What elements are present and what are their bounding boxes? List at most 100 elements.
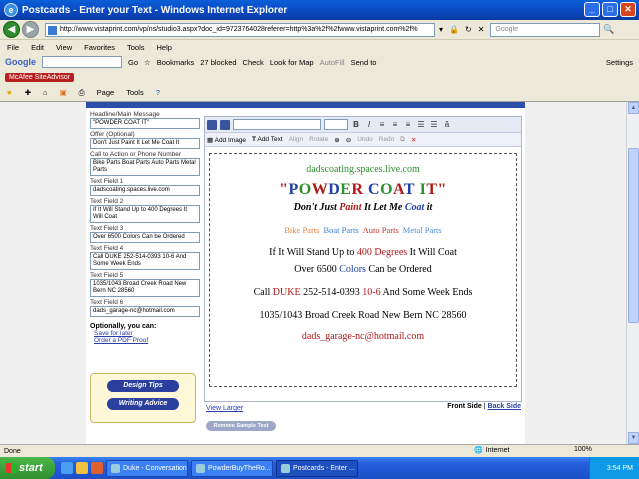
- page-header-strip: [86, 102, 525, 108]
- menu-file[interactable]: File: [7, 43, 19, 52]
- print-icon[interactable]: ⎙: [79, 88, 85, 98]
- text-field-4[interactable]: Call DUKE 252-514-0393 10-6 And Some Wee…: [90, 252, 200, 270]
- outlook-quicklaunch-icon[interactable]: [76, 462, 88, 474]
- bullet-list-icon[interactable]: ☰: [416, 120, 426, 129]
- colors-word: Colors: [339, 264, 366, 275]
- offer-field[interactable]: Don't Just Paint It Let Me Coat It: [90, 138, 200, 149]
- stop-icon[interactable]: ✕: [478, 25, 485, 34]
- add-favorite-icon[interactable]: ✚: [25, 88, 31, 97]
- font-size-select[interactable]: [324, 119, 348, 130]
- system-tray: 3:54 PM: [589, 457, 639, 479]
- scroll-down-arrow[interactable]: ▼: [628, 432, 639, 444]
- postcard-editor: B I ≡ ≡ ≡ ☰ ☰ â ▦ Add Image T Add Text A…: [204, 116, 522, 402]
- window-controls: _ □ ✕: [584, 2, 636, 17]
- menu-view[interactable]: View: [56, 43, 72, 52]
- remove-sample-text-button[interactable]: Remove Sample Text: [206, 421, 276, 431]
- align-center-icon[interactable]: ≡: [390, 120, 400, 129]
- popup-blocked-count[interactable]: 27 blocked: [200, 58, 236, 67]
- close-button[interactable]: ✕: [620, 2, 636, 17]
- italic-icon[interactable]: I: [364, 120, 374, 129]
- home-icon[interactable]: ⌂: [43, 88, 48, 97]
- search-input[interactable]: Google: [490, 22, 601, 37]
- add-image-button[interactable]: ▦ Add Image: [207, 136, 246, 144]
- font-select[interactable]: [233, 119, 321, 130]
- slogan-paint: Paint: [339, 202, 362, 213]
- offer-label: Offer (Optional): [90, 131, 135, 138]
- autofill-button[interactable]: AutoFill: [320, 58, 345, 67]
- delete-icon[interactable]: ✕: [411, 136, 416, 144]
- copy-icon[interactable]: ⧉: [400, 136, 405, 144]
- save-as-icon[interactable]: [220, 119, 230, 130]
- zoom-out-icon[interactable]: ⊖: [346, 136, 351, 144]
- spell-check-button[interactable]: Check: [243, 58, 264, 67]
- bookmarks-button[interactable]: Bookmarks: [157, 58, 195, 67]
- add-text-label: Add Text: [257, 136, 283, 143]
- order-pdf-proof-link[interactable]: Order a PDF Proof: [94, 337, 200, 344]
- send-to-button[interactable]: Send to: [351, 58, 377, 67]
- writing-advice-button[interactable]: Writing Advice: [107, 398, 179, 410]
- zoom-level[interactable]: 100%: [574, 446, 592, 453]
- star-icon[interactable]: ☆: [144, 58, 151, 67]
- maximize-button[interactable]: □: [602, 2, 618, 17]
- text-color-icon[interactable]: â: [442, 120, 452, 129]
- scroll-thumb[interactable]: [628, 148, 639, 323]
- view-larger-link[interactable]: View Larger: [206, 405, 243, 412]
- settings-button[interactable]: Settings: [606, 58, 633, 67]
- cta-field[interactable]: Bike Parts Boat Parts Auto Parts Metal P…: [90, 158, 200, 176]
- address-input[interactable]: http://www.vistaprint.com/vp/ns/studio3.…: [45, 22, 435, 37]
- mcafee-siteadvisor-button[interactable]: McAfee SiteAdvisor: [5, 72, 75, 82]
- vertical-scrollbar[interactable]: ▲ ▼: [626, 102, 639, 444]
- task-button[interactable]: Postcards - Enter ...: [276, 459, 358, 477]
- security-zone: 🌐 Internet: [474, 446, 509, 455]
- headline-field[interactable]: "POWDER COAT IT": [90, 118, 200, 129]
- call-phone: 252-514-0393: [300, 287, 363, 298]
- page-menu[interactable]: Page: [97, 88, 115, 97]
- menu-edit[interactable]: Edit: [31, 43, 44, 52]
- task-button[interactable]: PowderBuyTheRo...: [191, 459, 273, 477]
- media-quicklaunch-icon[interactable]: [91, 462, 103, 474]
- refresh-icon[interactable]: ↻: [465, 25, 472, 34]
- redo-button[interactable]: Redo: [379, 136, 395, 143]
- forward-button[interactable]: ▶: [22, 21, 39, 38]
- scroll-up-arrow[interactable]: ▲: [628, 102, 639, 114]
- design-tips-button[interactable]: Design Tips: [107, 380, 179, 392]
- menu-favorites[interactable]: Favorites: [84, 43, 115, 52]
- align-button[interactable]: Align: [289, 136, 303, 143]
- lock-icon[interactable]: 🔒: [449, 25, 459, 34]
- look-for-map-button[interactable]: Look for Map: [270, 58, 314, 67]
- task-button[interactable]: Duke - Conversation: [106, 459, 188, 477]
- favorites-star-icon[interactable]: ★: [6, 88, 13, 97]
- text-field-1[interactable]: dadscoating.spaces.live.com: [90, 185, 200, 196]
- rotate-button[interactable]: Rotate: [309, 136, 328, 143]
- help-icon[interactable]: ?: [156, 88, 160, 97]
- bold-icon[interactable]: B: [351, 120, 361, 129]
- undo-button[interactable]: Undo: [357, 136, 373, 143]
- zoom-in-icon[interactable]: ⊕: [334, 136, 339, 144]
- start-button[interactable]: start: [0, 457, 55, 479]
- menu-tools[interactable]: Tools: [127, 43, 145, 52]
- back-button[interactable]: ◀: [3, 21, 20, 38]
- text-field-6[interactable]: dads_garage-nc@hotmail.com: [90, 306, 200, 317]
- google-go-button[interactable]: Go: [128, 58, 138, 67]
- add-text-button[interactable]: T Add Text: [252, 136, 283, 143]
- back-side-link[interactable]: Back Side: [488, 403, 521, 410]
- text-field-5[interactable]: 1035/1043 Broad Creek Road New Bern NC 2…: [90, 279, 200, 297]
- part-item: Auto Parts: [362, 225, 399, 235]
- google-search-input[interactable]: [42, 56, 122, 68]
- align-left-icon[interactable]: ≡: [377, 120, 387, 129]
- menu-bar: File Edit View Favorites Tools Help: [0, 40, 639, 54]
- menu-help[interactable]: Help: [157, 43, 172, 52]
- feeds-icon[interactable]: ▣: [60, 88, 67, 97]
- tools-menu[interactable]: Tools: [126, 88, 144, 97]
- text-field-2[interactable]: If It Will Stand Up to 400 Degrees It Wi…: [90, 205, 200, 223]
- text-field-3[interactable]: Over 6500 Colors Can be Ordered: [90, 232, 200, 243]
- postcard-canvas[interactable]: dadscoating.spaces.live.com "POWDER COAT…: [209, 153, 517, 387]
- dropdown-arrow-icon[interactable]: ▾: [439, 25, 443, 34]
- ie-quicklaunch-icon[interactable]: [61, 462, 73, 474]
- numbered-list-icon[interactable]: ☰: [429, 120, 439, 129]
- save-for-later-link[interactable]: Save for later: [94, 330, 200, 337]
- save-icon[interactable]: [207, 119, 217, 130]
- search-icon[interactable]: 🔍: [603, 24, 614, 35]
- align-right-icon[interactable]: ≡: [403, 120, 413, 129]
- minimize-button[interactable]: _: [584, 2, 600, 17]
